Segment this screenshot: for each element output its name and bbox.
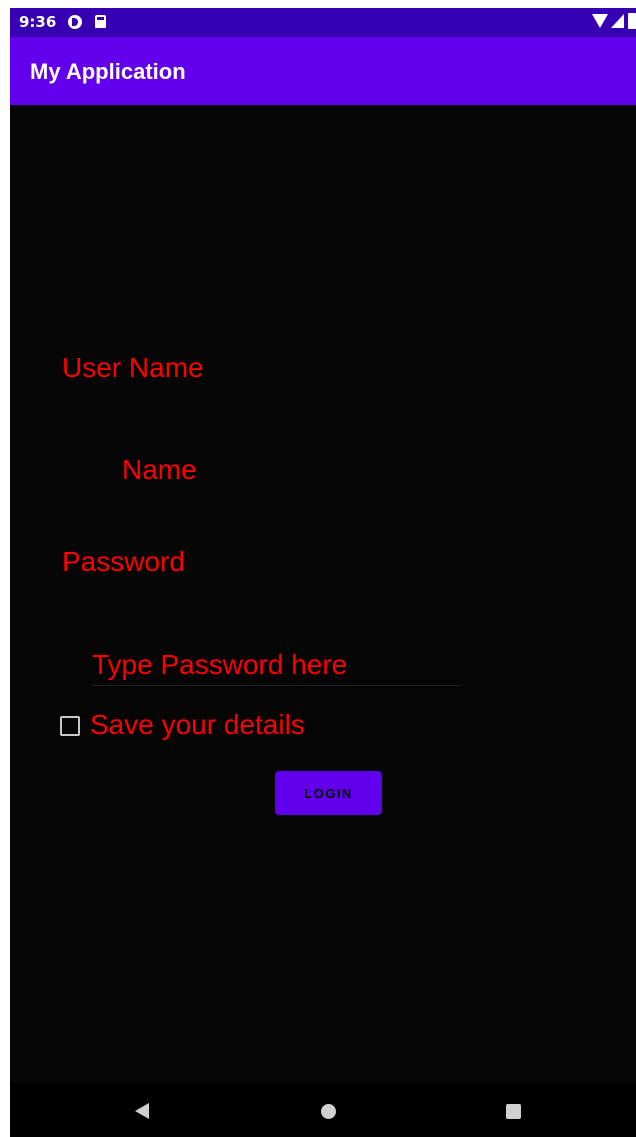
app-bar: My Application xyxy=(10,37,636,105)
name-input[interactable] xyxy=(122,450,322,490)
sd-card-icon xyxy=(95,15,106,28)
password-label: Password xyxy=(62,546,185,577)
back-icon[interactable] xyxy=(135,1103,149,1119)
save-details-checkbox[interactable] xyxy=(60,716,80,736)
login-form: User Name Password Save your details LOG… xyxy=(10,105,636,1083)
username-label: User Name xyxy=(62,352,204,383)
status-time: 9:36 xyxy=(19,13,57,31)
status-bar: 9:36 xyxy=(10,8,636,37)
home-icon[interactable] xyxy=(321,1104,336,1119)
wifi-icon xyxy=(592,14,608,28)
save-details-label[interactable]: Save your details xyxy=(90,709,305,741)
recents-icon[interactable] xyxy=(506,1104,521,1119)
device-screen: 9:36 My Application User Name Password S… xyxy=(10,8,636,1137)
password-input[interactable] xyxy=(92,645,462,686)
navigation-bar xyxy=(10,1083,636,1137)
login-button[interactable]: LOGIN xyxy=(275,771,382,815)
cast-icon xyxy=(68,15,82,29)
signal-icon xyxy=(611,14,624,28)
app-title: My Application xyxy=(30,59,186,84)
battery-icon xyxy=(628,13,636,29)
